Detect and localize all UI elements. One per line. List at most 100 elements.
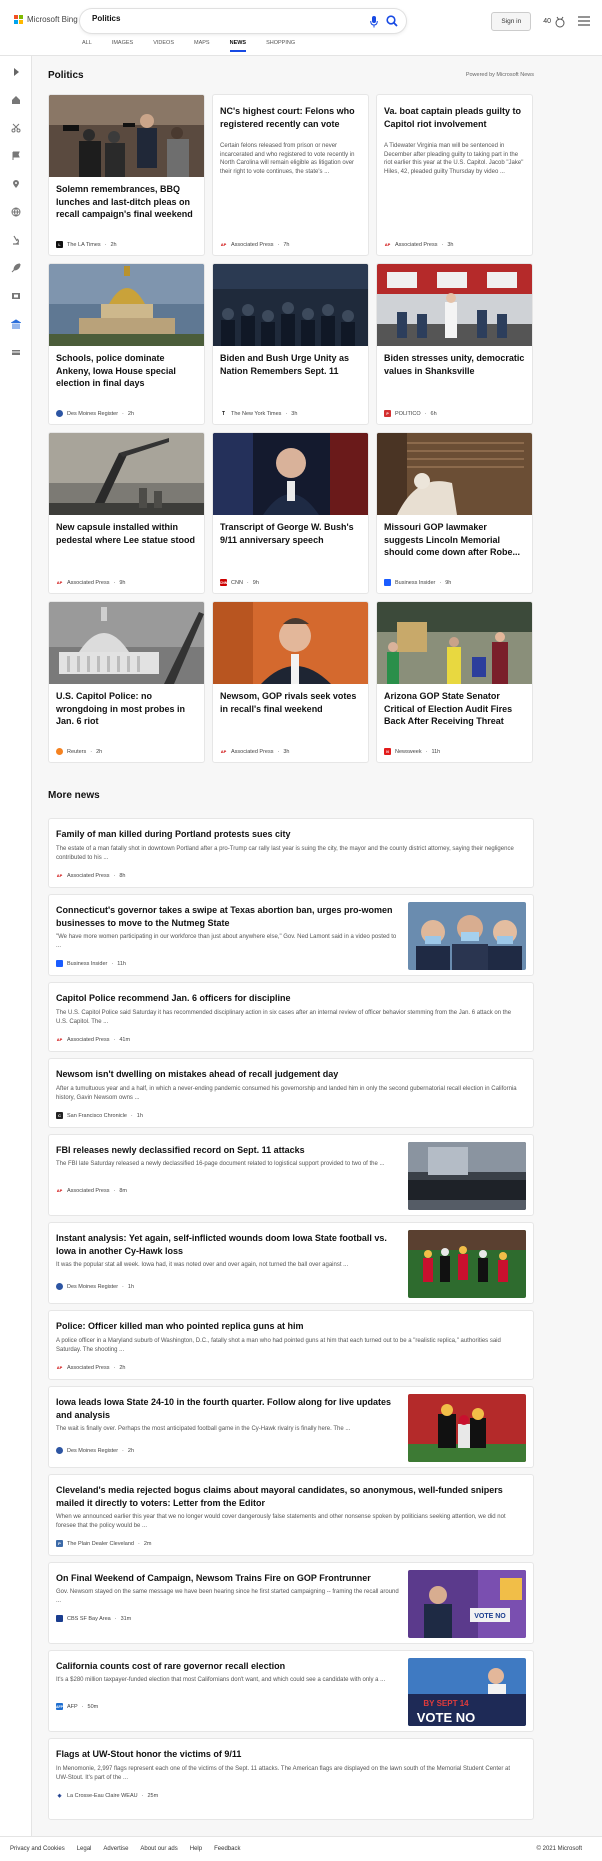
card-title[interactable]: Missouri GOP lawmaker suggests Lincoln M… bbox=[384, 521, 525, 559]
football-tackle-photo bbox=[408, 1394, 526, 1462]
news-card[interactable]: New capsule installed within pedestal wh… bbox=[48, 432, 205, 594]
card-title[interactable]: Biden stresses unity, democratic values … bbox=[384, 352, 525, 377]
tab-shopping[interactable]: SHOPPING bbox=[266, 40, 295, 52]
rewards-button[interactable]: 40 bbox=[543, 16, 566, 28]
news-source: C San Francisco Chronicle · 1h bbox=[56, 1112, 143, 1119]
tab-videos[interactable]: VIDEOS bbox=[153, 40, 174, 52]
news-title[interactable]: Flags at UW-Stout honor the victims of 9… bbox=[56, 1748, 516, 1761]
expand-rail-icon[interactable] bbox=[10, 66, 22, 78]
capitol-building-photo bbox=[49, 602, 204, 684]
news-card[interactable]: Newsom, GOP rivals seek votes in recall'… bbox=[212, 601, 369, 763]
tab-news[interactable]: NEWS bbox=[229, 40, 246, 52]
news-title[interactable]: Connecticut's governor takes a swipe at … bbox=[56, 904, 401, 929]
news-title[interactable]: Cleveland's media rejected bogus claims … bbox=[56, 1484, 516, 1509]
sign-text: VOTE NO bbox=[474, 1613, 506, 1620]
rewards-points: 40 bbox=[543, 18, 551, 25]
footer-link-legal[interactable]: Legal bbox=[77, 1846, 92, 1852]
bing-logo[interactable]: Microsoft Bing bbox=[14, 15, 78, 24]
news-list-item[interactable]: FBI releases newly declassified record o… bbox=[48, 1134, 534, 1216]
sign-in-button[interactable]: Sign in bbox=[491, 12, 532, 31]
card-title[interactable]: New capsule installed within pedestal wh… bbox=[56, 521, 197, 546]
news-card[interactable]: Solemn remembrances, BBQ lunches and las… bbox=[48, 94, 205, 256]
card-source: AP Associated Press · 7h bbox=[220, 241, 290, 248]
news-list-item[interactable]: California counts cost of rare governor … bbox=[48, 1650, 534, 1732]
footer-link-feedback[interactable]: Feedback bbox=[214, 1846, 240, 1852]
news-card[interactable]: Missouri GOP lawmaker suggests Lincoln M… bbox=[376, 432, 533, 594]
powered-by[interactable]: Powered by Microsoft News bbox=[466, 72, 534, 78]
news-card[interactable]: Arizona GOP State Senator Critical of El… bbox=[376, 601, 533, 763]
news-source: AP Associated Press · 8m bbox=[56, 1187, 127, 1194]
news-snippet: In Menomonie, 2,997 flags represent each… bbox=[56, 1766, 511, 1782]
microphone-icon[interactable] bbox=[370, 15, 378, 33]
crane-photo bbox=[49, 433, 204, 515]
category-rail bbox=[0, 56, 32, 1861]
footer-link-about-ads[interactable]: About our ads bbox=[140, 1846, 177, 1852]
menu-icon[interactable] bbox=[578, 13, 590, 31]
speaker-photo bbox=[213, 433, 368, 515]
news-source: P The Plain Dealer Cleveland · 2m bbox=[56, 1540, 151, 1547]
news-snippet: The wait is finally over. Perhaps the mo… bbox=[56, 1426, 351, 1432]
news-title[interactable]: California counts cost of rare governor … bbox=[56, 1660, 401, 1673]
card-title[interactable]: Arizona GOP State Senator Critical of El… bbox=[384, 690, 525, 728]
card-title[interactable]: U.S. Capitol Police: no wrongdoing in mo… bbox=[56, 690, 197, 728]
news-list-item[interactable]: Newsom isn't dwelling on mistakes ahead … bbox=[48, 1058, 534, 1128]
section-title: Politics bbox=[48, 70, 84, 81]
home-icon[interactable] bbox=[10, 94, 22, 106]
news-card[interactable]: U.S. Capitol Police: no wrongdoing in mo… bbox=[48, 601, 205, 763]
government-building-icon[interactable] bbox=[10, 318, 22, 330]
rocket-icon[interactable] bbox=[10, 262, 22, 274]
news-title[interactable]: Family of man killed during Portland pro… bbox=[56, 828, 516, 841]
news-title[interactable]: FBI releases newly declassified record o… bbox=[56, 1144, 401, 1157]
crowd-ceremony-photo bbox=[213, 264, 368, 346]
ap-logo-icon: AP bbox=[384, 241, 391, 248]
location-pin-icon[interactable] bbox=[10, 178, 22, 190]
news-title[interactable]: On Final Weekend of Campaign, Newsom Tra… bbox=[56, 1572, 401, 1585]
microsoft-logo-icon bbox=[14, 15, 23, 24]
news-snippet: The FBI late Saturday released a newly d… bbox=[56, 1161, 385, 1167]
news-card[interactable]: Schools, police dominate Ankeny, Iowa Ho… bbox=[48, 263, 205, 425]
card-title[interactable]: Va. boat captain pleads guilty to Capito… bbox=[384, 105, 525, 130]
money-icon[interactable] bbox=[10, 346, 22, 358]
card-title[interactable]: Schools, police dominate Ankeny, Iowa Ho… bbox=[56, 352, 197, 390]
news-card[interactable]: Biden and Bush Urge Unity as Nation Reme… bbox=[212, 263, 369, 425]
news-list-item[interactable]: Capitol Police recommend Jan. 6 officers… bbox=[48, 982, 534, 1052]
tab-images[interactable]: IMAGES bbox=[112, 40, 133, 52]
film-icon[interactable] bbox=[10, 290, 22, 302]
tab-all[interactable]: ALL bbox=[82, 40, 92, 52]
news-list-item[interactable]: Flags at UW-Stout honor the victims of 9… bbox=[48, 1738, 534, 1820]
card-title[interactable]: NC's highest court: Felons who registere… bbox=[220, 105, 361, 130]
news-list-item[interactable]: Family of man killed during Portland pro… bbox=[48, 818, 534, 888]
footer-link-advertise[interactable]: Advertise bbox=[103, 1846, 128, 1852]
news-card[interactable]: Transcript of George W. Bush's 9/11 anni… bbox=[212, 432, 369, 594]
flag-icon[interactable] bbox=[10, 150, 22, 162]
news-title[interactable]: Instant analysis: Yet again, self-inflic… bbox=[56, 1232, 401, 1257]
card-title[interactable]: Transcript of George W. Bush's 9/11 anni… bbox=[220, 521, 361, 546]
news-list-item[interactable]: Iowa leads Iowa State 24-10 in the fourt… bbox=[48, 1386, 534, 1468]
news-list-item[interactable]: On Final Weekend of Campaign, Newsom Tra… bbox=[48, 1562, 534, 1644]
news-title[interactable]: Police: Officer killed man who pointed r… bbox=[56, 1320, 516, 1333]
news-card[interactable]: Va. boat captain pleads guilty to Capito… bbox=[376, 94, 533, 256]
footer-link-help[interactable]: Help bbox=[190, 1846, 202, 1852]
card-title[interactable]: Biden and Bush Urge Unity as Nation Reme… bbox=[220, 352, 361, 377]
search-icon[interactable] bbox=[386, 14, 398, 32]
news-list-item[interactable]: Cleveland's media rejected bogus claims … bbox=[48, 1474, 534, 1556]
card-snippet: A Tidewater Virginia man will be sentenc… bbox=[384, 143, 524, 176]
footer-link-privacy[interactable]: Privacy and Cookies bbox=[10, 1846, 65, 1852]
news-list-item[interactable]: Instant analysis: Yet again, self-inflic… bbox=[48, 1222, 534, 1304]
card-title[interactable]: Newsom, GOP rivals seek votes in recall'… bbox=[220, 690, 361, 715]
scissors-icon[interactable] bbox=[10, 122, 22, 134]
news-snippet: It was the popular stat all week. Iowa h… bbox=[56, 1262, 349, 1268]
ap-logo-icon: AP bbox=[56, 1364, 63, 1371]
tab-maps[interactable]: MAPS bbox=[194, 40, 210, 52]
news-title[interactable]: Iowa leads Iowa State 24-10 in the fourt… bbox=[56, 1396, 401, 1421]
news-list-item[interactable]: Police: Officer killed man who pointed r… bbox=[48, 1310, 534, 1380]
news-card[interactable]: NC's highest court: Felons who registere… bbox=[212, 94, 369, 256]
news-list-item[interactable]: Connecticut's governor takes a swipe at … bbox=[48, 894, 534, 976]
card-title[interactable]: Solemn remembrances, BBQ lunches and las… bbox=[56, 183, 197, 221]
news-title[interactable]: Capitol Police recommend Jan. 6 officers… bbox=[56, 992, 516, 1005]
microscope-icon[interactable] bbox=[10, 234, 22, 246]
news-card[interactable]: Biden stresses unity, democratic values … bbox=[376, 263, 533, 425]
globe-icon[interactable] bbox=[10, 206, 22, 218]
news-title[interactable]: Newsom isn't dwelling on mistakes ahead … bbox=[56, 1068, 516, 1081]
search-input[interactable] bbox=[92, 14, 332, 23]
